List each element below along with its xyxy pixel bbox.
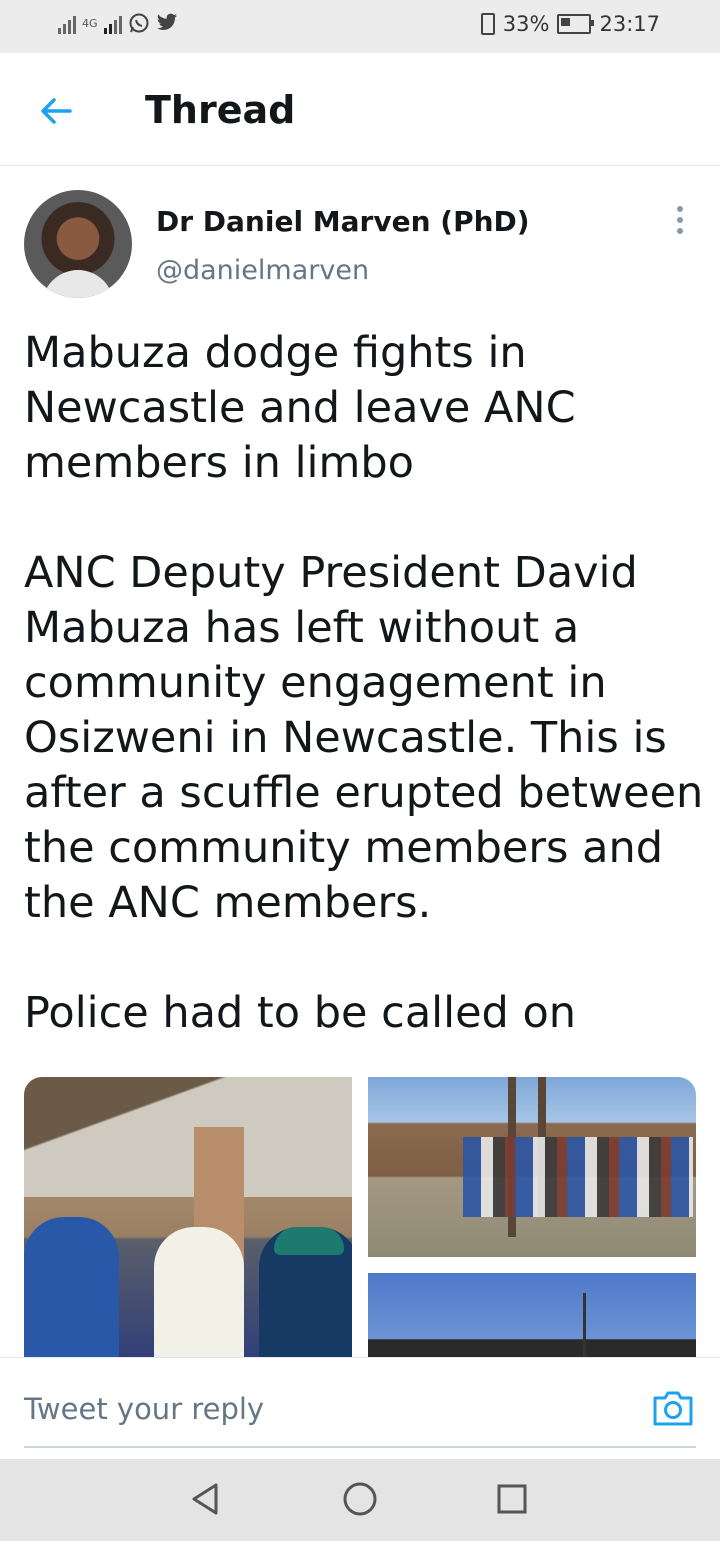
nav-home-icon[interactable] (340, 1479, 380, 1519)
reply-placeholder: Tweet your reply (24, 1392, 265, 1426)
reply-input[interactable]: Tweet your reply (24, 1386, 696, 1448)
tweet-image-1[interactable] (24, 1077, 352, 1367)
nav-recents-icon[interactable] (492, 1479, 532, 1519)
signal-4g-icon (103, 12, 122, 34)
battery-percent: 33% (502, 12, 550, 36)
battery-icon (557, 14, 595, 34)
signal-icon (58, 12, 76, 34)
tweet-image-3[interactable] (368, 1273, 696, 1367)
twitter-icon (156, 13, 177, 30)
page-title: Thread (145, 88, 296, 132)
thread-header: Thread (0, 53, 720, 166)
status-bar: 4G 33% 23:17 (0, 0, 720, 53)
network-type: 4G (82, 16, 98, 30)
whatsapp-icon (129, 13, 149, 33)
nav-back-icon[interactable] (186, 1479, 226, 1519)
tweet-image-2[interactable] (368, 1077, 696, 1257)
tweet-text: Mabuza dodge fights in Newcastle and lea… (24, 328, 704, 1038)
clock: 23:17 (599, 12, 660, 36)
author-name[interactable]: Dr Daniel Marven (PhD) (156, 205, 530, 238)
arrow-left-icon[interactable] (36, 91, 76, 131)
more-options-icon[interactable] (672, 206, 688, 240)
system-nav-bar (0, 1459, 720, 1541)
author-handle[interactable]: @danielmarven (156, 255, 369, 286)
vibrate-icon (480, 13, 495, 35)
reply-bar: Tweet your reply (0, 1357, 720, 1458)
avatar[interactable] (24, 190, 132, 298)
camera-icon[interactable] (651, 1386, 695, 1430)
